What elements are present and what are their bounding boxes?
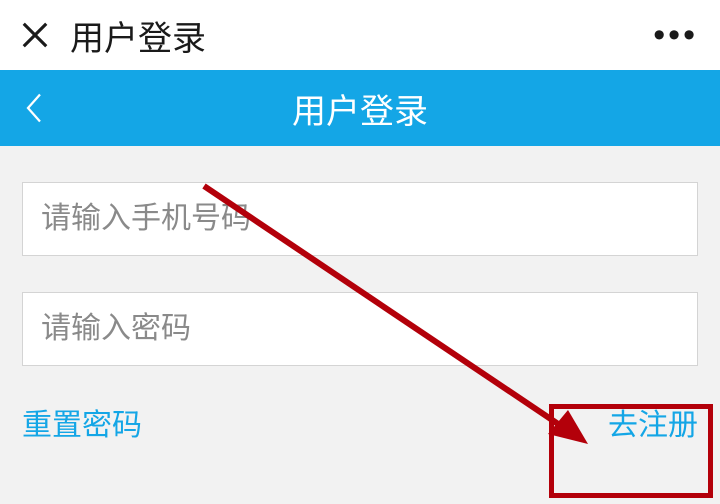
more-menu-button[interactable]: ••• (653, 16, 702, 55)
password-input[interactable] (22, 292, 698, 366)
close-button[interactable] (18, 18, 52, 52)
close-icon (20, 20, 50, 50)
app-header: 用户登录 (0, 70, 720, 146)
system-title: 用户登录 (70, 11, 206, 60)
login-form (0, 146, 720, 366)
register-link[interactable]: 去注册 (608, 400, 698, 444)
link-row: 重置密码 去注册 (0, 366, 720, 444)
chevron-left-icon (25, 91, 43, 125)
page-title: 用户登录 (0, 84, 720, 133)
back-button[interactable] (22, 88, 46, 128)
more-icon: ••• (653, 16, 698, 54)
phone-input[interactable] (22, 182, 698, 256)
reset-password-link[interactable]: 重置密码 (22, 400, 142, 444)
system-title-bar: 用户登录 ••• (0, 0, 720, 70)
